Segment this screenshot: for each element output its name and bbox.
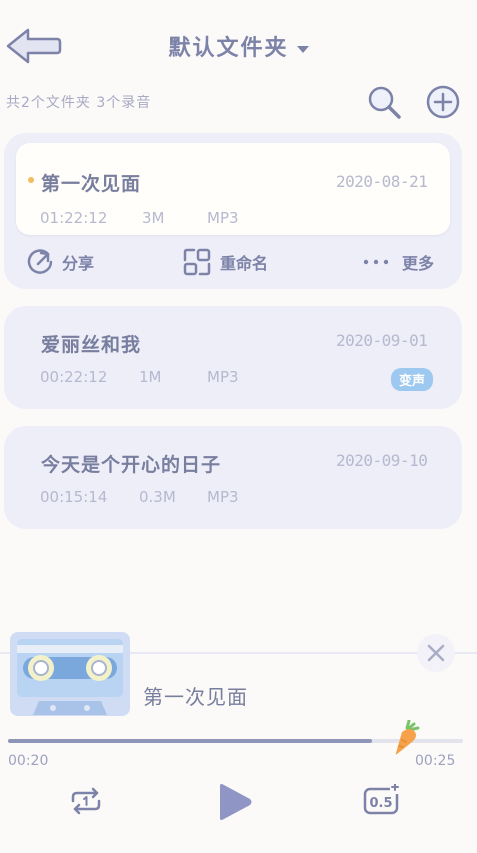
- recording-size: 3M: [142, 209, 165, 227]
- recording-title: 今天是个开心的日子: [41, 454, 222, 476]
- folder-summary: 共2个文件夹 3个录音: [6, 95, 152, 111]
- repeat-one-button[interactable]: [69, 785, 103, 821]
- recording-size: 0.3M: [139, 488, 176, 506]
- add-icon: [426, 85, 460, 119]
- recording-title: 爱丽丝和我: [41, 334, 142, 356]
- rename-label: 重命名: [220, 254, 269, 273]
- recording-format: MP3: [207, 209, 239, 227]
- recording-date: 2020-09-01: [336, 331, 428, 350]
- speed-label: 0.5: [369, 796, 392, 811]
- progress-fill: [8, 739, 372, 743]
- search-button[interactable]: [365, 83, 403, 121]
- player-track-title: 第一次见面: [143, 685, 248, 709]
- play-button[interactable]: [214, 781, 254, 827]
- share-label: 分享: [62, 254, 95, 273]
- recording-date: 2020-09-10: [336, 451, 428, 470]
- more-icon: [363, 259, 389, 265]
- play-icon: [220, 784, 252, 820]
- current-indicator-dot: [28, 177, 34, 183]
- carrot-icon: [395, 719, 420, 755]
- speed-icon: 0.5: [363, 783, 400, 815]
- playback-speed-button[interactable]: 0.5: [362, 783, 402, 820]
- recording-duration: 01:22:12: [40, 209, 108, 227]
- folder-selector[interactable]: 默认文件夹: [0, 30, 477, 62]
- chevron-down-icon: [296, 45, 309, 53]
- recording-card[interactable]: 第一次见面 2020-08-21 01:22:12 3M MP3 分享 重命名 …: [4, 133, 462, 289]
- cassette-icon: [10, 632, 130, 716]
- recording-card[interactable]: 今天是个开心的日子 2020-09-10 00:15:14 0.3M MP3: [4, 426, 462, 529]
- total-time: 00:25: [415, 753, 456, 769]
- recording-format: MP3: [207, 368, 239, 386]
- progress-handle[interactable]: [392, 719, 422, 756]
- repeat-one-icon: [71, 787, 101, 815]
- search-icon: [368, 86, 401, 119]
- share-icon: [27, 249, 53, 274]
- recording-date: 2020-08-21: [336, 172, 428, 191]
- recording-duration: 00:22:12: [40, 368, 108, 386]
- close-icon: [427, 644, 445, 662]
- recording-title: 第一次见面: [41, 173, 142, 195]
- add-button[interactable]: [426, 85, 460, 119]
- recording-format: MP3: [207, 488, 239, 506]
- rename-button[interactable]: 重命名: [182, 248, 268, 276]
- recording-card[interactable]: 爱丽丝和我 2020-09-01 00:22:12 1M MP3 变声: [4, 306, 462, 409]
- voice-change-badge: 变声: [391, 368, 434, 391]
- recording-duration: 00:15:14: [40, 488, 108, 506]
- share-button[interactable]: 分享: [26, 248, 94, 276]
- current-time: 00:20: [8, 753, 49, 769]
- rename-icon: [183, 248, 211, 276]
- recording-card-info[interactable]: 第一次见面 2020-08-21 01:22:12 3M MP3: [16, 143, 450, 235]
- close-player-button[interactable]: [417, 634, 455, 672]
- more-button[interactable]: 更多: [362, 248, 434, 276]
- cassette-cover: [9, 631, 131, 717]
- folder-title: 默认文件夹: [168, 36, 289, 61]
- more-label: 更多: [402, 254, 435, 273]
- recording-size: 1M: [139, 368, 162, 386]
